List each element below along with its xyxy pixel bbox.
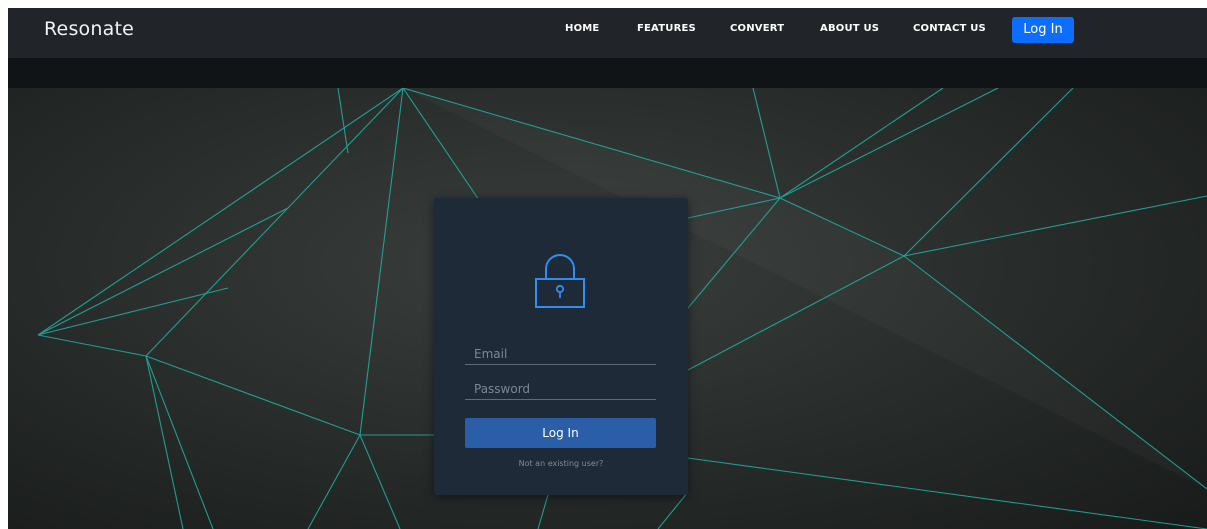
nav-home[interactable]: HOME bbox=[565, 23, 599, 34]
password-input[interactable] bbox=[465, 378, 656, 400]
lock-icon bbox=[535, 254, 585, 308]
nav-features[interactable]: FEATURES bbox=[637, 23, 696, 34]
email-input[interactable] bbox=[465, 343, 656, 365]
nav-about-us[interactable]: ABOUT US bbox=[820, 23, 879, 34]
brand-logo[interactable]: Resonate bbox=[44, 18, 134, 40]
register-link[interactable]: Not an existing user? bbox=[434, 459, 688, 468]
navbar: Resonate HOME FEATURES CONVERT ABOUT US … bbox=[8, 8, 1207, 58]
browser-viewport: Resonate HOME FEATURES CONVERT ABOUT US … bbox=[8, 8, 1207, 529]
nav-contact-us[interactable]: CONTACT US bbox=[913, 23, 986, 34]
login-submit-button[interactable]: Log In bbox=[465, 418, 656, 448]
sub-header-bar bbox=[8, 58, 1207, 88]
nav-login-button[interactable]: Log In bbox=[1012, 17, 1074, 43]
login-card: Log In Not an existing user? bbox=[434, 198, 688, 495]
nav-convert[interactable]: CONVERT bbox=[730, 23, 784, 34]
